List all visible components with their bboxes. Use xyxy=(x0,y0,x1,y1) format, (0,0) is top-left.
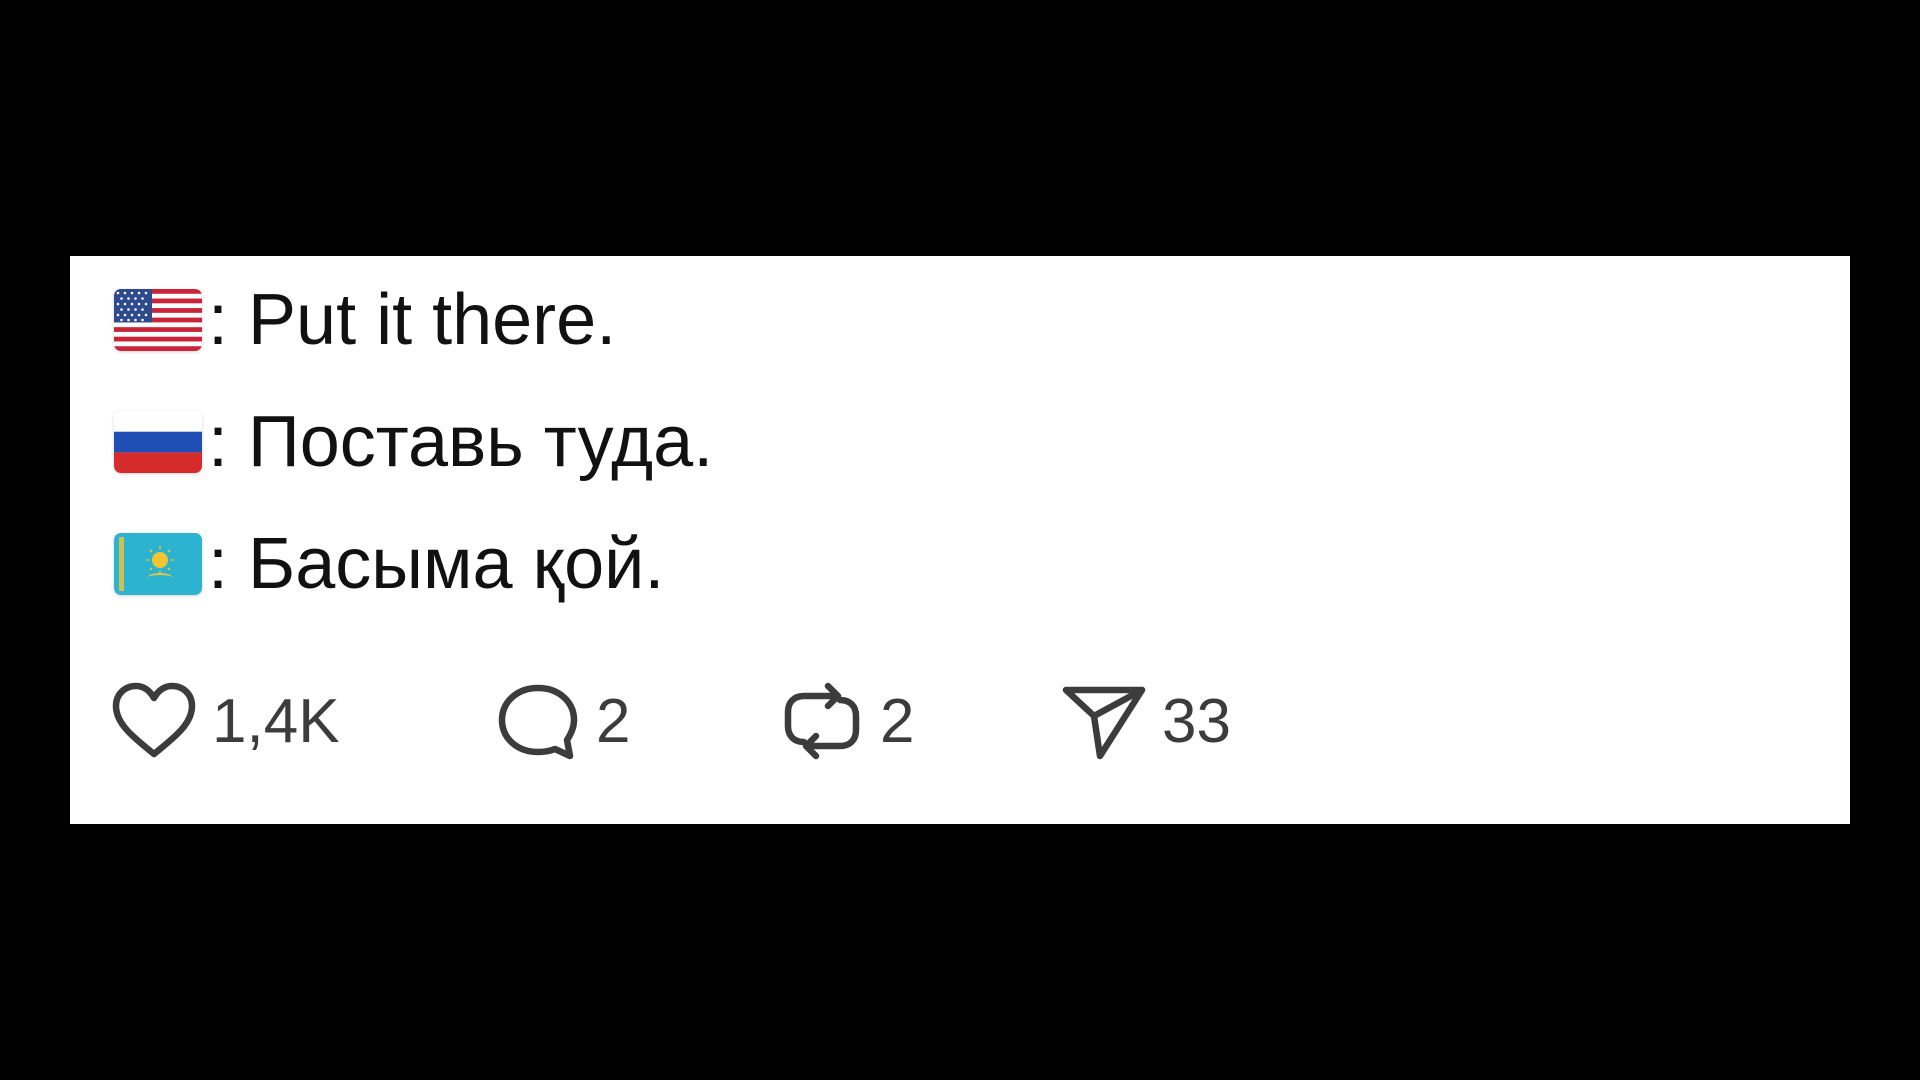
comment-button[interactable]: 2 xyxy=(490,676,630,766)
ru-flag-icon xyxy=(114,411,202,473)
us-flag-icon xyxy=(114,289,202,351)
like-count: 1,4K xyxy=(212,686,340,756)
repost-count: 2 xyxy=(880,686,915,756)
comment-count: 2 xyxy=(596,686,631,756)
post-line-kz: : Басыма қой. xyxy=(114,514,664,614)
share-button[interactable]: 33 xyxy=(1056,676,1231,766)
kz-flag-icon xyxy=(114,533,202,595)
post-card: : Put it there. : Поставь туда.: Басыма… xyxy=(70,256,1850,824)
send-icon xyxy=(1056,676,1152,766)
post-text-english: : Put it there. xyxy=(208,280,617,360)
post-line-us: : Put it there. xyxy=(114,270,616,370)
repost-icon xyxy=(774,676,870,766)
comment-bubble-icon xyxy=(490,676,586,766)
post-actions-bar: 1,4K 2 2 33 xyxy=(106,676,1406,766)
post-line-ru: : Поставь туда. xyxy=(114,392,713,492)
repost-button[interactable]: 2 xyxy=(774,676,914,766)
post-text-russian: : Поставь туда. xyxy=(208,402,714,482)
post-text-kazakh: : Басыма қой. xyxy=(208,524,665,604)
share-count: 33 xyxy=(1162,686,1231,756)
heart-icon xyxy=(106,676,202,766)
like-button[interactable]: 1,4K xyxy=(106,676,340,766)
